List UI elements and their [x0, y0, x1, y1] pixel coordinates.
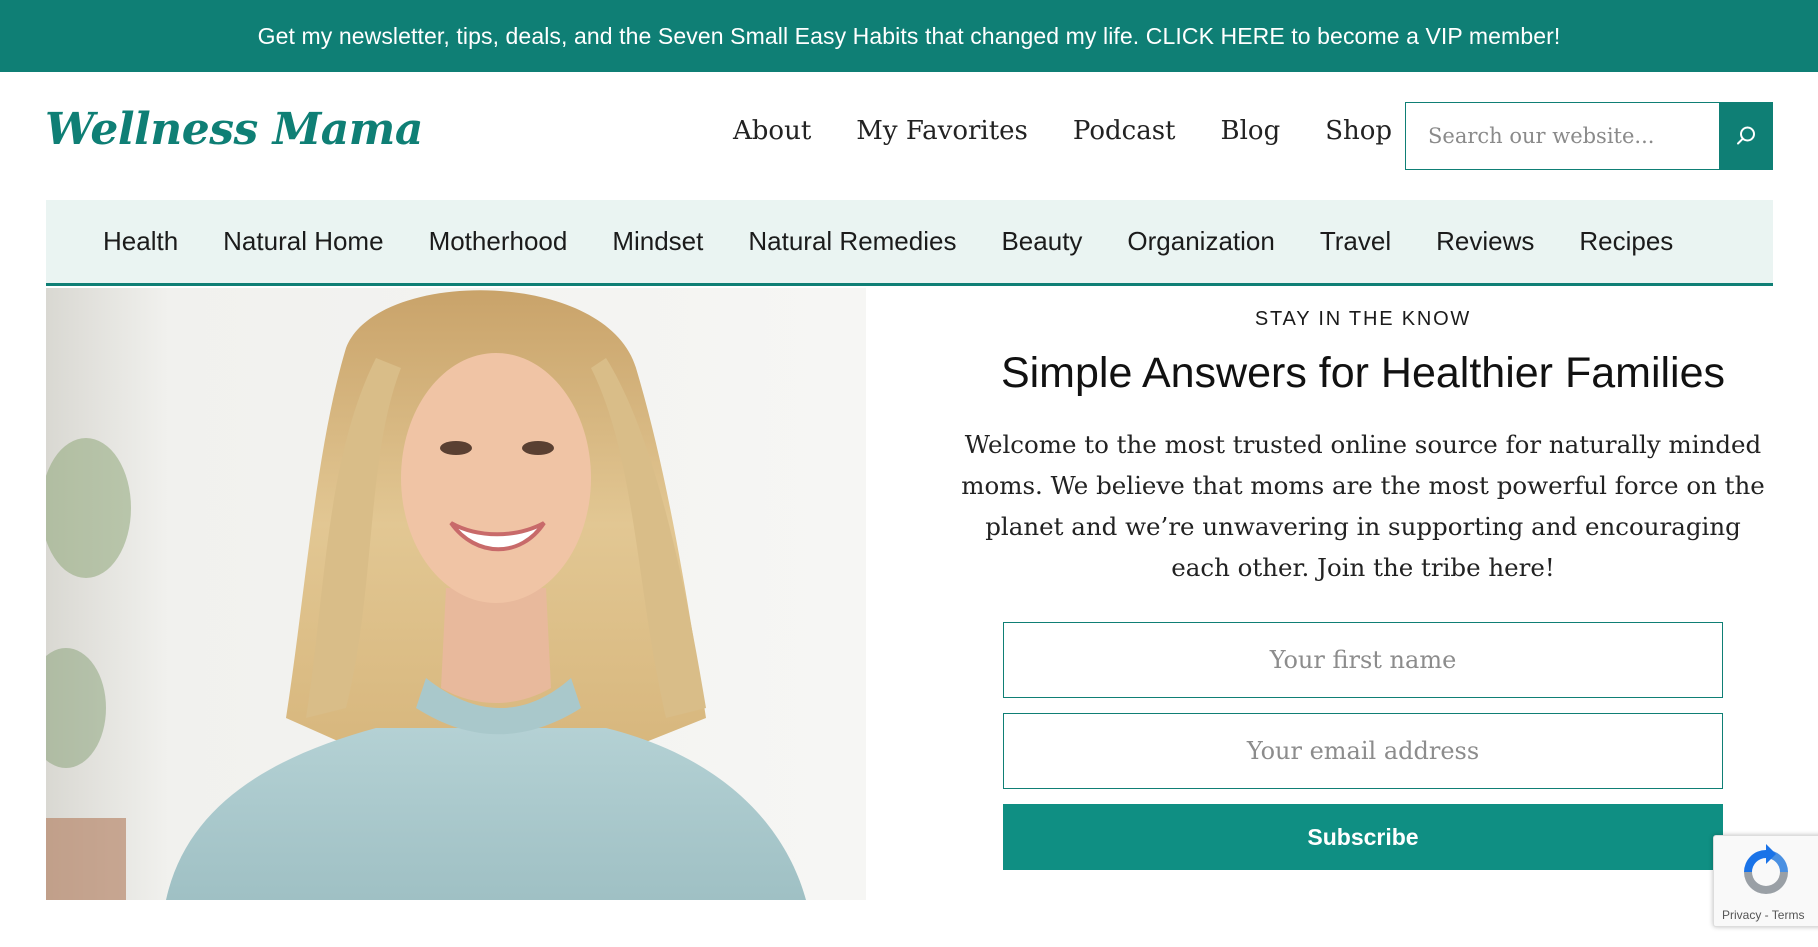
nav-link-my-favorites[interactable]: My Favorites	[856, 116, 1028, 146]
email-field[interactable]	[1003, 713, 1723, 789]
subscribe-button[interactable]: Subscribe	[1003, 804, 1723, 870]
first-name-field[interactable]	[1003, 622, 1723, 698]
site-logo[interactable]: Wellness Mama	[45, 104, 423, 155]
signup-intro: Welcome to the most trusted online sourc…	[961, 430, 1765, 582]
nav-link-about[interactable]: About	[733, 116, 811, 146]
signup-panel: STAY IN THE KNOW Simple Answers for Heal…	[952, 288, 1774, 870]
recaptcha-privacy-link[interactable]: Privacy	[1722, 908, 1761, 922]
category-nav: Health Natural Home Motherhood Mindset N…	[46, 200, 1773, 286]
recaptcha-terms-link[interactable]: Terms	[1772, 908, 1805, 922]
category-organization[interactable]: Organization	[1127, 226, 1274, 257]
category-travel[interactable]: Travel	[1320, 226, 1391, 257]
category-health[interactable]: Health	[103, 226, 178, 257]
site-search	[1405, 102, 1773, 170]
category-natural-remedies[interactable]: Natural Remedies	[748, 226, 956, 257]
category-natural-home[interactable]: Natural Home	[223, 226, 383, 257]
category-mindset[interactable]: Mindset	[612, 226, 703, 257]
portrait-illustration	[46, 288, 866, 900]
nav-link-podcast[interactable]: Podcast	[1073, 116, 1176, 146]
recaptcha-icon	[1744, 844, 1788, 894]
hero-photo	[46, 288, 866, 900]
vip-banner[interactable]: Get my newsletter, tips, deals, and the …	[0, 0, 1818, 72]
vip-banner-text[interactable]: Get my newsletter, tips, deals, and the …	[258, 23, 1561, 50]
signup-eyebrow: STAY IN THE KNOW	[1254, 308, 1472, 330]
top-nav: About My Favorites Podcast Blog Shop	[733, 116, 1437, 146]
search-icon	[1736, 126, 1755, 145]
recaptcha-badge[interactable]: Privacy - Terms	[1713, 835, 1818, 927]
search-input[interactable]	[1406, 103, 1719, 169]
category-reviews[interactable]: Reviews	[1436, 226, 1534, 257]
category-recipes[interactable]: Recipes	[1579, 226, 1673, 257]
recaptcha-links: Privacy - Terms	[1714, 908, 1818, 922]
category-motherhood[interactable]: Motherhood	[429, 226, 568, 257]
recaptcha-separator: -	[1761, 908, 1772, 922]
search-button[interactable]	[1719, 103, 1772, 169]
signup-headline: Simple Answers for Healthier Families	[1000, 349, 1726, 397]
category-beauty[interactable]: Beauty	[1001, 226, 1082, 257]
nav-link-blog[interactable]: Blog	[1221, 116, 1281, 146]
nav-link-shop[interactable]: Shop	[1325, 116, 1392, 146]
